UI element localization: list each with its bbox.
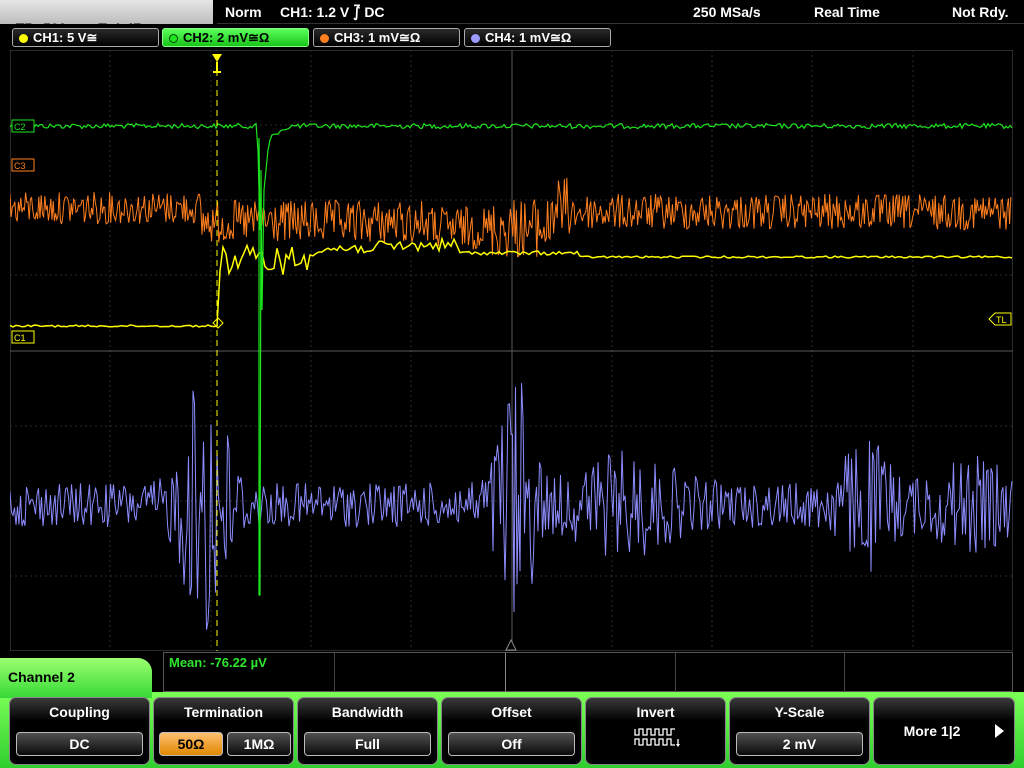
termination-1m-ohm-option[interactable]: 1MΩ bbox=[227, 732, 291, 756]
tab-ch1[interactable]: CH1: 5 V≅ bbox=[12, 28, 159, 47]
ch3-marker-label: C3 bbox=[14, 161, 26, 171]
ch2-color-icon bbox=[169, 33, 178, 43]
acquisition-mode[interactable]: Real Time bbox=[814, 4, 880, 20]
trigger-level-label: TL bbox=[996, 315, 1007, 325]
measurement-bar[interactable]: Mean: -76.22 µV bbox=[163, 652, 1013, 693]
offset-title: Offset bbox=[491, 704, 532, 720]
ch3-color-icon bbox=[320, 33, 329, 43]
bandwidth-value[interactable]: Full bbox=[304, 732, 431, 756]
more-label: More 1|2 bbox=[903, 723, 961, 739]
y-scale-softkey[interactable]: Y-Scale 2 mV bbox=[729, 697, 870, 765]
termination-softkey[interactable]: Termination 50Ω 1MΩ bbox=[153, 697, 294, 765]
tab-ch3[interactable]: CH3: 1 mV≅Ω bbox=[313, 28, 460, 47]
mean-measurement: Mean: -76.22 µV bbox=[169, 655, 267, 670]
ch2-marker-label: C2 bbox=[14, 122, 26, 132]
ch1-marker-label: C1 bbox=[14, 333, 26, 343]
trigger-source[interactable]: CH1: 1.2 V ⨛ DC bbox=[280, 4, 385, 21]
coupling-value[interactable]: DC bbox=[16, 732, 143, 756]
tab-ch4-label: CH4: 1 mV≅Ω bbox=[485, 30, 572, 45]
ch2-ground-marker[interactable]: C2 bbox=[11, 119, 35, 133]
trigger-mode[interactable]: Norm bbox=[225, 4, 262, 20]
waveform-display[interactable]: C2 C3 C1 TL bbox=[10, 50, 1013, 651]
offset-value[interactable]: Off bbox=[448, 732, 575, 756]
bandwidth-softkey[interactable]: Bandwidth Full bbox=[297, 697, 438, 765]
sample-rate[interactable]: 250 MSa/s bbox=[693, 4, 761, 20]
coupling-softkey[interactable]: Coupling DC bbox=[9, 697, 150, 765]
tab-ch3-label: CH3: 1 mV≅Ω bbox=[334, 30, 421, 45]
meas-cell bbox=[334, 653, 335, 693]
tab-ch2[interactable]: CH2: 2 mV≅Ω bbox=[162, 28, 309, 47]
ch3-ground-marker[interactable]: C3 bbox=[11, 158, 35, 172]
bandwidth-title: Bandwidth bbox=[331, 704, 404, 720]
timebase-status[interactable]: TB: 500 ns T: 1.47 µs bbox=[0, 0, 213, 36]
invert-title: Invert bbox=[636, 704, 675, 720]
arrow-right-icon bbox=[995, 724, 1004, 738]
ch4-color-icon bbox=[471, 33, 480, 43]
tab-ch1-label: CH1: 5 V≅ bbox=[33, 30, 98, 45]
offset-softkey[interactable]: Offset Off bbox=[441, 697, 582, 765]
panel-title: Channel 2 bbox=[0, 658, 152, 698]
meas-cell bbox=[844, 653, 845, 693]
square-wave-invert-icon bbox=[634, 728, 680, 747]
termination-title: Termination bbox=[183, 704, 264, 720]
tab-ch2-label: CH2: 2 mV≅Ω bbox=[183, 30, 270, 45]
acquisition-state: Not Rdy. bbox=[952, 4, 1009, 20]
termination-50-ohm-option[interactable]: 50Ω bbox=[159, 732, 223, 756]
status-bar: Norm CH1: 1.2 V ⨛ DC 250 MSa/s Real Time… bbox=[217, 0, 1024, 24]
invert-softkey[interactable]: Invert bbox=[585, 697, 726, 765]
meas-cell bbox=[505, 653, 506, 693]
tab-ch4[interactable]: CH4: 1 mV≅Ω bbox=[464, 28, 611, 47]
more-softkey[interactable]: More 1|2 bbox=[873, 697, 1015, 765]
ch1-ground-marker[interactable]: C1 bbox=[11, 330, 35, 344]
y-scale-title: Y-Scale bbox=[774, 704, 825, 720]
meas-cell bbox=[675, 653, 676, 693]
coupling-title: Coupling bbox=[49, 704, 110, 720]
ch1-color-icon bbox=[19, 33, 28, 43]
y-scale-value[interactable]: 2 mV bbox=[736, 732, 863, 756]
